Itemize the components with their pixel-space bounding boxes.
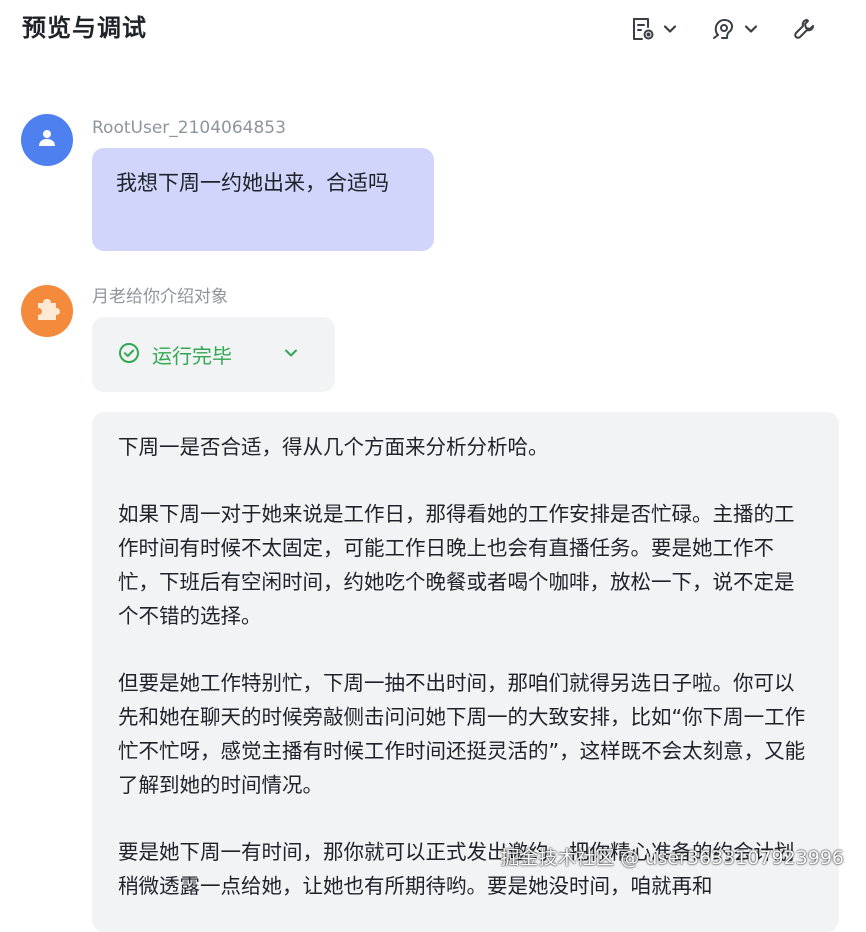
header: 预览与调试 bbox=[0, 0, 866, 60]
puzzle-icon bbox=[32, 294, 62, 328]
voice-settings-button[interactable] bbox=[711, 12, 759, 46]
chevron-down-icon bbox=[282, 344, 300, 366]
document-settings-icon bbox=[630, 16, 656, 42]
reply-paragraph: 但要是她工作特别忙，下周一抽不出时间，那咱们就得另选日子啦。你可以先和她在聊天的… bbox=[118, 671, 806, 797]
chevron-down-icon bbox=[662, 21, 678, 37]
page-title: 预览与调试 bbox=[22, 14, 147, 42]
user-message-bubble: 我想下周一约她出来，合适吗 bbox=[92, 148, 434, 251]
bot-name: 月老给你介绍对象 bbox=[92, 287, 228, 307]
tools-button[interactable] bbox=[792, 12, 818, 46]
run-status-label: 运行完毕 bbox=[152, 344, 232, 368]
chevron-down-icon bbox=[743, 21, 759, 37]
voice-settings-icon bbox=[711, 16, 737, 42]
check-circle-icon bbox=[118, 342, 140, 368]
run-status-card[interactable]: 运行完毕 bbox=[92, 317, 335, 392]
reply-paragraph: 如果下周一对于她来说是工作日，那得看她的工作安排是否忙碌。主播的工作时间有时候不… bbox=[118, 502, 795, 628]
watermark: 掘金技术社区 @ user3633107923996 bbox=[500, 847, 844, 869]
user-avatar bbox=[21, 114, 73, 166]
user-icon bbox=[36, 127, 58, 153]
bot-avatar bbox=[21, 285, 73, 337]
reply-paragraph: 下周一是否合适，得从几个方面来分析分析哈。 bbox=[118, 435, 549, 459]
wrench-icon bbox=[792, 16, 818, 42]
user-name: RootUser_2104064853 bbox=[92, 118, 286, 138]
document-settings-button[interactable] bbox=[630, 12, 678, 46]
